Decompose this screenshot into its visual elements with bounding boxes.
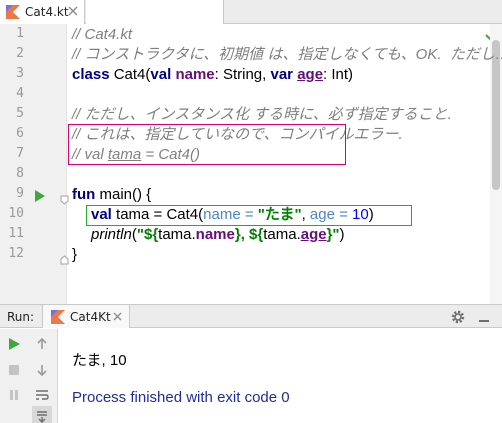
string-literal: "たま" xyxy=(257,206,302,223)
code-line-11: println("${tama.name}, ${tama.age}") xyxy=(91,225,345,245)
code-line-1: // Cat4.kt xyxy=(72,26,133,43)
run-toolbar xyxy=(0,329,58,423)
tab-label: Cat4.kt xyxy=(25,5,69,19)
code-line-9: fun main() { xyxy=(72,185,151,205)
rerun-icon[interactable] xyxy=(4,334,24,354)
line-number: 10 xyxy=(8,206,24,221)
run-gutter-icon[interactable] xyxy=(34,188,46,202)
code-text: main() { xyxy=(95,186,152,203)
run-label: Run: xyxy=(7,310,35,324)
editor-tab-bar: Cat4.kt xyxy=(0,0,502,24)
fold-icon[interactable] xyxy=(60,250,69,265)
param-hint: age = xyxy=(309,206,353,223)
line-number: 4 xyxy=(16,86,24,101)
tab-cat4-kt[interactable]: Cat4.kt xyxy=(0,0,85,24)
kotlin-file-icon xyxy=(51,309,65,324)
scroll-end-icon[interactable] xyxy=(32,406,52,423)
param-hint: name = xyxy=(203,206,258,223)
line-number: 12 xyxy=(8,246,24,261)
console-status: Process finished with exit code 0 xyxy=(72,389,290,406)
kotlin-file-icon xyxy=(6,5,20,19)
function-name: println xyxy=(91,226,132,243)
code-text: tama. xyxy=(158,226,196,243)
code-text: : String, xyxy=(214,66,271,83)
close-icon[interactable] xyxy=(112,311,123,322)
console-output: たま, 10 xyxy=(72,352,127,369)
code-text: : Int) xyxy=(323,66,354,83)
keyword: val xyxy=(150,66,172,83)
line-number: 11 xyxy=(8,226,24,241)
code-text: ) xyxy=(339,226,345,243)
code-text: tama. xyxy=(263,226,301,243)
string-literal: "${ xyxy=(136,226,159,243)
code-text: Cat4( xyxy=(109,66,151,83)
hide-icon[interactable] xyxy=(476,309,492,325)
line-number: 3 xyxy=(16,66,24,81)
line-number: 8 xyxy=(16,166,24,181)
gear-icon[interactable] xyxy=(450,309,466,325)
line-number: 1 xyxy=(16,26,24,41)
code-text: , xyxy=(301,206,310,223)
run-tab-label: Cat4Kt xyxy=(70,309,111,324)
highlight-box-comment xyxy=(68,124,346,165)
pause-icon[interactable] xyxy=(4,385,24,405)
code-line-10: val tama = Cat4(name = "たま", age = 10) xyxy=(91,205,374,225)
keyword: class xyxy=(72,66,110,83)
line-number: 2 xyxy=(16,46,24,61)
code-line-3: class Cat4(val name: String, var age: In… xyxy=(72,65,353,85)
property-name: name xyxy=(175,66,215,83)
close-icon[interactable] xyxy=(67,5,79,17)
property-name: name xyxy=(195,226,235,243)
up-arrow-icon[interactable] xyxy=(32,334,52,354)
line-number: 5 xyxy=(16,106,24,121)
line-number: 6 xyxy=(16,126,24,141)
line-number: 9 xyxy=(16,186,24,201)
soft-wrap-icon[interactable] xyxy=(32,385,52,405)
down-arrow-icon[interactable] xyxy=(32,360,52,380)
string-literal: }" xyxy=(326,226,340,243)
tab-empty-area xyxy=(86,0,224,24)
fold-icon[interactable] xyxy=(60,190,69,205)
property-age: age xyxy=(300,226,327,243)
run-tab-cat4kt[interactable]: Cat4Kt xyxy=(42,305,130,328)
property-age: age xyxy=(297,66,324,83)
code-line-12: } xyxy=(72,246,78,263)
run-panel-header: Run: Cat4Kt xyxy=(0,304,502,328)
keyword: fun xyxy=(72,186,96,203)
string-literal: }, ${ xyxy=(234,226,264,243)
code-line-2: // コンストラクタに、初期値 は、指定しなくても、OK. ただし… xyxy=(72,46,502,63)
number-literal: 10 xyxy=(352,206,369,223)
code-line-5: // ただし、インスタンス化 する時に、必ず指定すること. xyxy=(72,106,452,123)
code-text: tama = Cat4( xyxy=(111,206,204,223)
code-text: ) xyxy=(368,206,374,223)
stop-icon[interactable] xyxy=(4,360,24,380)
keyword: val xyxy=(91,206,112,223)
keyword: var xyxy=(270,66,294,83)
line-number: 7 xyxy=(16,146,24,161)
